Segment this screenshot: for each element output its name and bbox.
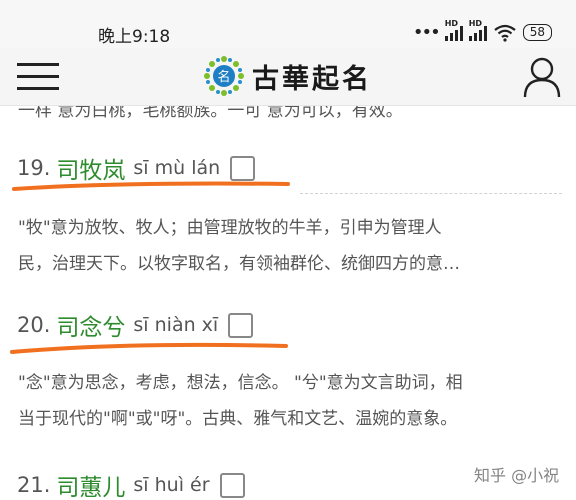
divider [300, 193, 562, 194]
hamburger-menu-icon[interactable] [17, 60, 59, 94]
status-bar: 晚上9:18 ••• HD HD 58 [0, 0, 576, 48]
checkbox-icon[interactable] [230, 155, 256, 181]
watermark: 知乎 @小祝 [474, 466, 560, 485]
entry-name[interactable]: 司牧岚 [56, 151, 125, 185]
entry-pinyin: sī mù lán [133, 157, 221, 179]
user-icon[interactable] [523, 56, 561, 98]
entry-pinyin: sī niàn xī [133, 314, 219, 336]
checkbox-icon[interactable] [219, 472, 245, 498]
entry-name[interactable]: 司念兮 [56, 308, 125, 342]
app-header: 名 古華起名 [0, 48, 576, 106]
app-logo-text: 古華起名 [252, 64, 372, 95]
signal-icon: HD [468, 19, 487, 41]
logo-mark-text: 名 [217, 69, 230, 85]
entry-number: 20. [17, 313, 51, 337]
description-line: 民，治理天下。以牧字取名，有领袖群伦、统御四方的意… [18, 254, 460, 274]
description-line: 当于现代的"啊"或"呀"。古典、雅气和文艺、温婉的意象。 [18, 409, 458, 429]
previous-entry-description: 一样 意为白桃，毛桃额族。一可 意为可以，有效。 [18, 106, 403, 121]
more-dots-icon: ••• [412, 22, 441, 43]
entry-number: 19. [17, 156, 51, 180]
battery-icon: 58 [522, 24, 552, 41]
wifi-icon [494, 24, 516, 42]
list-item: 19. 司牧岚 sī mù lán [17, 151, 256, 185]
status-icons: ••• HD HD 58 [412, 19, 552, 43]
entry-description: "念"意为思念，考虑，想法，信念。 "兮"意为文言助词，相 当于现代的"啊"或"… [18, 365, 548, 437]
description-line: "念"意为思念，考虑，想法，信念。 "兮"意为文言助词，相 [18, 373, 463, 393]
list-item: 20. 司念兮 sī niàn xī [17, 308, 254, 342]
checkbox-icon[interactable] [228, 312, 254, 338]
annotation-underline [10, 342, 288, 354]
logo-icon: 名 [204, 56, 244, 96]
name-list: 一样 意为白桃，毛桃额族。一可 意为可以，有效。 19. 司牧岚 sī mù l… [0, 106, 576, 500]
description-line: "牧"意为放牧、牧人；由管理放牧的牛羊，引申为管理人 [18, 218, 442, 238]
entry-description: "牧"意为放牧、牧人；由管理放牧的牛羊，引申为管理人 民，治理天下。以牧字取名，… [18, 210, 548, 282]
signal-icon: HD [444, 19, 463, 41]
status-time: 晚上9:18 [98, 27, 171, 47]
entry-name[interactable]: 司蕙儿 [56, 468, 125, 500]
entry-pinyin: sī huì ér [133, 474, 210, 496]
list-item: 21. 司蕙儿 sī huì ér [17, 468, 245, 500]
entry-number: 21. [17, 473, 51, 497]
